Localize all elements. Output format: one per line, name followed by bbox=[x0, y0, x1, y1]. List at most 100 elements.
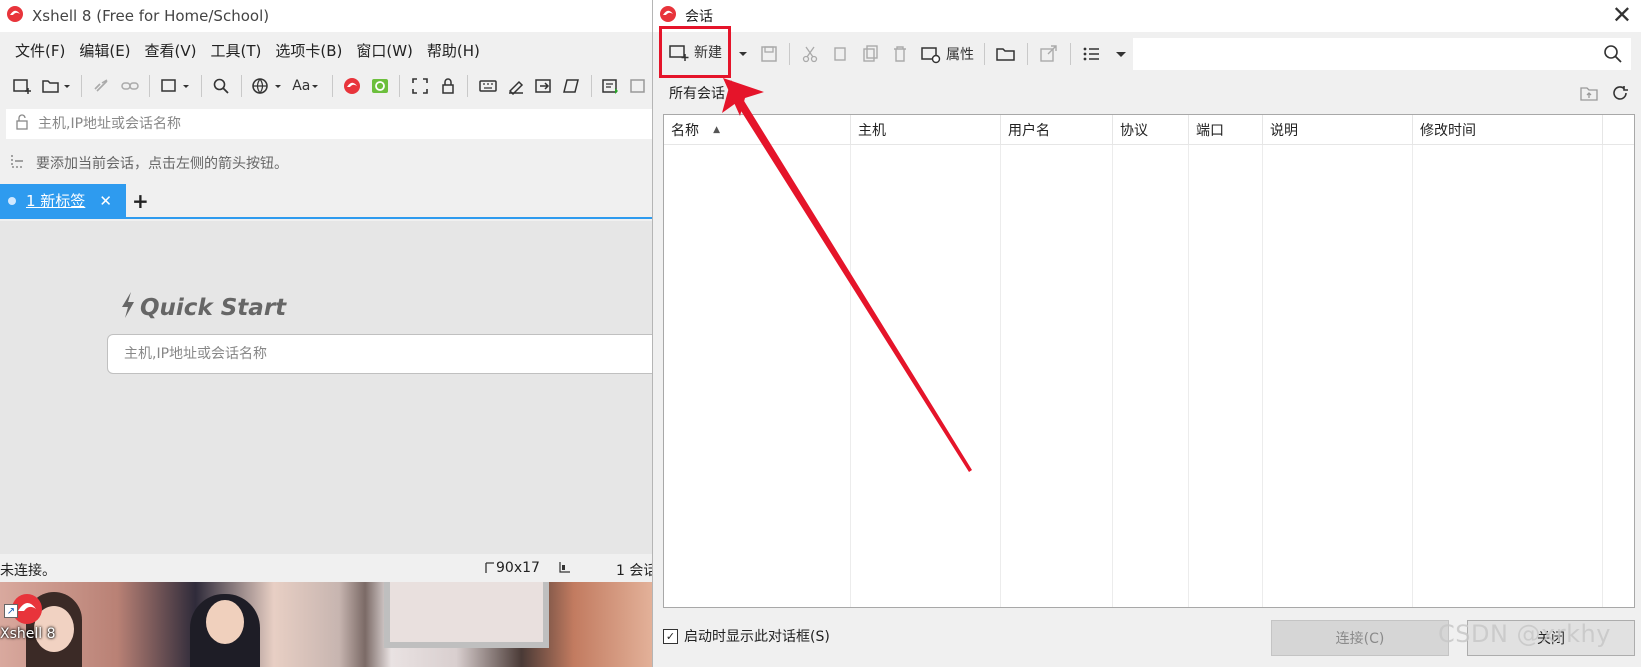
list-view-icon[interactable] bbox=[1077, 40, 1107, 68]
shortcut-arrow-icon: ↗ bbox=[4, 604, 18, 618]
new-session-button[interactable]: 新建 bbox=[659, 26, 731, 78]
column-header-port[interactable]: 端口 bbox=[1189, 115, 1263, 145]
tab-close-icon[interactable]: ✕ bbox=[99, 192, 112, 210]
lock-icon[interactable] bbox=[435, 73, 460, 99]
column-label: 修改时间 bbox=[1420, 123, 1476, 139]
main-toolbar: Aa bbox=[0, 70, 652, 102]
disconnect-icon[interactable] bbox=[89, 73, 114, 99]
connect-button[interactable]: 连接(C) bbox=[1271, 620, 1449, 656]
resize-icon bbox=[485, 562, 494, 573]
toolbar-separator bbox=[81, 75, 83, 97]
delete-icon[interactable] bbox=[886, 40, 914, 68]
dialog-toolbar: 新建 属性 bbox=[659, 26, 1133, 78]
toolbar-separator bbox=[240, 75, 242, 97]
column-body bbox=[1413, 145, 1603, 607]
save-icon[interactable] bbox=[755, 40, 783, 68]
column-header-username[interactable]: 用户名 bbox=[1001, 115, 1113, 145]
session-path-bar: 所有会话 bbox=[663, 80, 1566, 106]
column-label: 主机 bbox=[858, 123, 886, 139]
xshell-icon[interactable] bbox=[340, 73, 365, 99]
open-folder-icon[interactable] bbox=[38, 73, 74, 99]
column-header-protocol[interactable]: 协议 bbox=[1113, 115, 1189, 145]
desktop-background: ↗ Xshell 8 bbox=[0, 582, 652, 667]
status-bar: 未连接。 90x17 1 会话 bbox=[0, 554, 652, 582]
send-icon[interactable] bbox=[531, 73, 556, 99]
menu-help[interactable]: 帮助(H) bbox=[420, 40, 487, 61]
globe-icon[interactable] bbox=[249, 73, 285, 99]
address-bar bbox=[6, 109, 652, 139]
dialog-title: 会话 bbox=[685, 9, 713, 25]
xshell-logo-icon bbox=[659, 5, 677, 27]
column-header-host[interactable]: 主机 bbox=[851, 115, 1001, 145]
column-label: 名称 bbox=[671, 123, 699, 139]
link-icon[interactable] bbox=[117, 73, 142, 99]
copy-icon[interactable] bbox=[826, 40, 854, 68]
refresh-icon[interactable] bbox=[1611, 84, 1631, 106]
address-input[interactable] bbox=[38, 116, 598, 132]
add-tab-button[interactable]: + bbox=[132, 189, 149, 213]
add-session-icon[interactable] bbox=[10, 153, 28, 173]
new-session-label: 新建 bbox=[694, 45, 722, 61]
quick-start-label: Quick Start bbox=[140, 295, 287, 321]
xftp-icon[interactable] bbox=[367, 73, 392, 99]
unlock-icon bbox=[14, 114, 30, 134]
column-body bbox=[1189, 145, 1263, 607]
fullscreen-icon[interactable] bbox=[407, 73, 432, 99]
font-button[interactable]: Aa bbox=[288, 73, 324, 99]
cut-icon[interactable] bbox=[796, 40, 824, 68]
compose-icon[interactable] bbox=[599, 73, 624, 99]
quick-start-box bbox=[107, 334, 652, 374]
new-session-icon bbox=[669, 45, 689, 61]
menu-file[interactable]: 文件(F) bbox=[8, 40, 72, 61]
quick-start-input[interactable] bbox=[124, 346, 624, 362]
tab-new[interactable]: 1 新标签 ✕ bbox=[0, 184, 126, 217]
wallpaper-frame bbox=[384, 582, 549, 648]
new-dropdown-icon[interactable] bbox=[733, 40, 753, 68]
session-table: 名称 ▲ 主机 用户名 协议 端口 说明 修改时间 bbox=[663, 114, 1635, 608]
toolbar-separator bbox=[331, 75, 333, 97]
menu-tab[interactable]: 选项卡(B) bbox=[268, 40, 349, 61]
toolbar-separator bbox=[591, 75, 592, 97]
column-body bbox=[1113, 145, 1189, 607]
toolbar-separator bbox=[984, 43, 985, 65]
terminal-area: Quick Start bbox=[0, 221, 652, 554]
menu-window[interactable]: 窗口(W) bbox=[349, 40, 420, 61]
table-header: 名称 ▲ 主机 用户名 协议 端口 说明 修改时间 bbox=[664, 115, 1634, 145]
terminal-size-value: 90x17 bbox=[496, 560, 540, 576]
lightning-icon bbox=[120, 291, 136, 325]
keyboard-icon[interactable] bbox=[475, 73, 500, 99]
menu-tools[interactable]: 工具(T) bbox=[204, 40, 269, 61]
properties-button[interactable]: 属性 bbox=[916, 40, 978, 68]
new-session-icon[interactable] bbox=[10, 73, 35, 99]
search-icon[interactable] bbox=[209, 73, 234, 99]
new-tab-icon[interactable] bbox=[157, 73, 193, 99]
checkbox-checked-icon[interactable]: ✓ bbox=[663, 628, 678, 644]
new-folder-icon[interactable] bbox=[1579, 84, 1599, 106]
column-header-modified[interactable]: 修改时间 bbox=[1413, 115, 1603, 145]
search-icon[interactable] bbox=[1603, 44, 1623, 68]
toolbar-separator bbox=[467, 75, 469, 97]
highlight-icon[interactable] bbox=[503, 73, 528, 99]
menu-view[interactable]: 查看(V) bbox=[138, 40, 204, 61]
export-icon[interactable] bbox=[1034, 40, 1064, 68]
folder-icon[interactable] bbox=[991, 40, 1021, 68]
toolbar-separator bbox=[149, 75, 151, 97]
session-search-input[interactable] bbox=[1145, 46, 1585, 62]
tab-bar: 1 新标签 ✕ + bbox=[0, 184, 652, 219]
script-icon[interactable] bbox=[559, 73, 584, 99]
column-header-description[interactable]: 说明 bbox=[1263, 115, 1413, 145]
xshell-logo-icon bbox=[6, 5, 24, 27]
menu-edit[interactable]: 编辑(E) bbox=[72, 40, 137, 61]
close-icon[interactable]: ✕ bbox=[1612, 2, 1632, 28]
compose-all-icon[interactable] bbox=[627, 73, 652, 99]
show-on-startup-checkbox[interactable]: ✓ 启动时显示此对话框(S) bbox=[663, 626, 830, 646]
column-header-name[interactable]: 名称 ▲ bbox=[664, 115, 851, 145]
properties-icon bbox=[921, 47, 941, 64]
view-dropdown-icon[interactable] bbox=[1109, 40, 1133, 68]
session-dialog: 会话 ✕ 新建 属性 所有会话 名称 ▲ 主机 用户名 协议 端口 说明 修改时… bbox=[652, 0, 1641, 667]
paste-icon[interactable] bbox=[856, 40, 884, 68]
path-toolbar bbox=[1579, 84, 1631, 106]
close-button[interactable]: 关闭 bbox=[1467, 620, 1635, 656]
column-label: 协议 bbox=[1120, 123, 1148, 139]
xshell-main-window: Xshell 8 (Free for Home/School) 文件(F) 编辑… bbox=[0, 0, 652, 582]
